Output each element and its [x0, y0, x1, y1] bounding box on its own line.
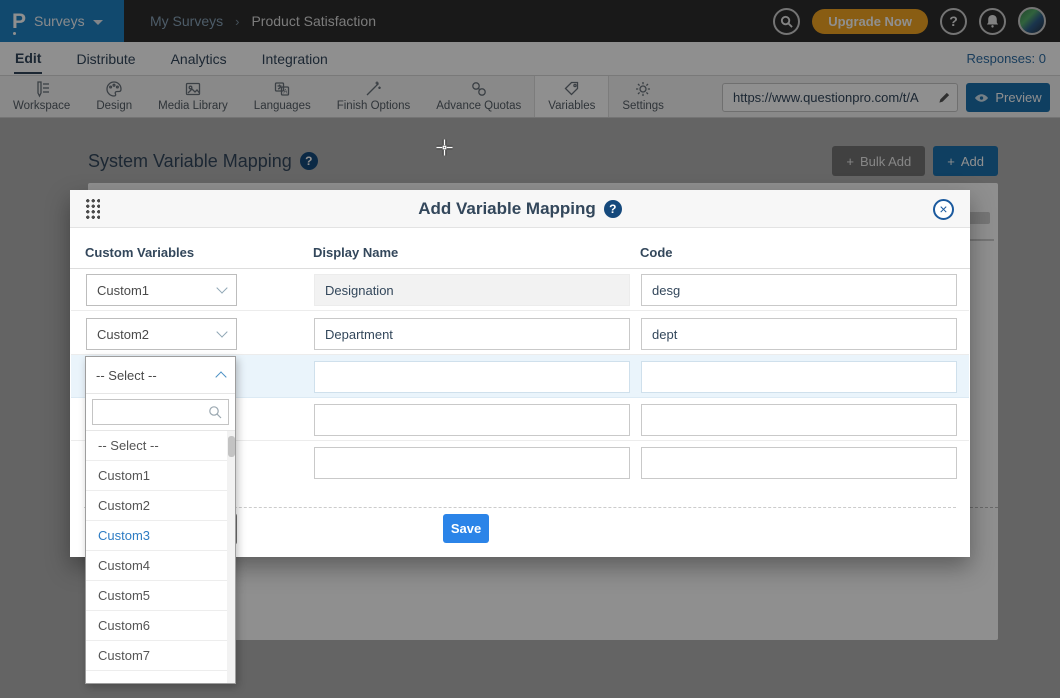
dropdown-option-custom2[interactable]: Custom2: [86, 491, 235, 521]
code-input-1[interactable]: [641, 274, 957, 306]
dropdown-scrollbar-thumb[interactable]: [228, 436, 235, 457]
custom-variable-dropdown: -- Select -- -- Select -- Custom1 Custom…: [85, 356, 236, 684]
code-input-2[interactable]: [641, 318, 957, 350]
app-screen: P Surveys My Surveys › Product Satisfact…: [0, 0, 1060, 698]
custom-variable-select-3[interactable]: -- Select --: [86, 357, 235, 394]
code-input-3[interactable]: [641, 361, 957, 393]
mapping-row-1: Custom1: [71, 268, 969, 311]
dropdown-option-custom7[interactable]: Custom7: [86, 641, 235, 671]
save-button[interactable]: Save: [443, 514, 489, 543]
display-name-input-3[interactable]: [314, 361, 630, 393]
code-input-4[interactable]: [641, 404, 957, 436]
custom-variable-select-1[interactable]: Custom1: [86, 274, 237, 306]
display-name-input-5[interactable]: [314, 447, 630, 479]
display-name-input-4[interactable]: [314, 404, 630, 436]
dropdown-option-custom1[interactable]: Custom1: [86, 461, 235, 491]
code-input-5[interactable]: [641, 447, 957, 479]
mapping-row-2: Custom2: [71, 312, 969, 355]
dropdown-option-list: -- Select -- Custom1 Custom2 Custom3 Cus…: [86, 430, 235, 683]
display-name-input-1[interactable]: [314, 274, 630, 306]
dropdown-option-custom3[interactable]: Custom3: [86, 521, 235, 551]
column-header-code: Code: [640, 236, 673, 268]
dropdown-search-box: [92, 399, 229, 425]
dropdown-scrollbar-track[interactable]: [227, 431, 235, 683]
column-header-display-name: Display Name: [313, 236, 398, 268]
dropdown-option-custom4[interactable]: Custom4: [86, 551, 235, 581]
column-header-custom-variables: Custom Variables: [85, 236, 194, 268]
custom-variable-select-2[interactable]: Custom2: [86, 318, 237, 350]
chevron-up-icon: [215, 371, 226, 382]
dropdown-search-input[interactable]: [99, 405, 204, 420]
dropdown-option-custom5[interactable]: Custom5: [86, 581, 235, 611]
chevron-down-icon: [216, 282, 227, 293]
display-name-input-2[interactable]: [314, 318, 630, 350]
modal-help-icon[interactable]: ?: [604, 200, 622, 218]
dropdown-option-custom6[interactable]: Custom6: [86, 611, 235, 641]
chevron-down-icon: [216, 326, 227, 337]
drag-handle-icon[interactable]: [85, 198, 100, 219]
search-icon: [208, 405, 222, 419]
modal-header: [70, 190, 970, 228]
dropdown-option-partial[interactable]: [86, 671, 235, 683]
close-icon[interactable]: ×: [933, 199, 954, 220]
dropdown-option-select[interactable]: -- Select --: [86, 431, 235, 461]
